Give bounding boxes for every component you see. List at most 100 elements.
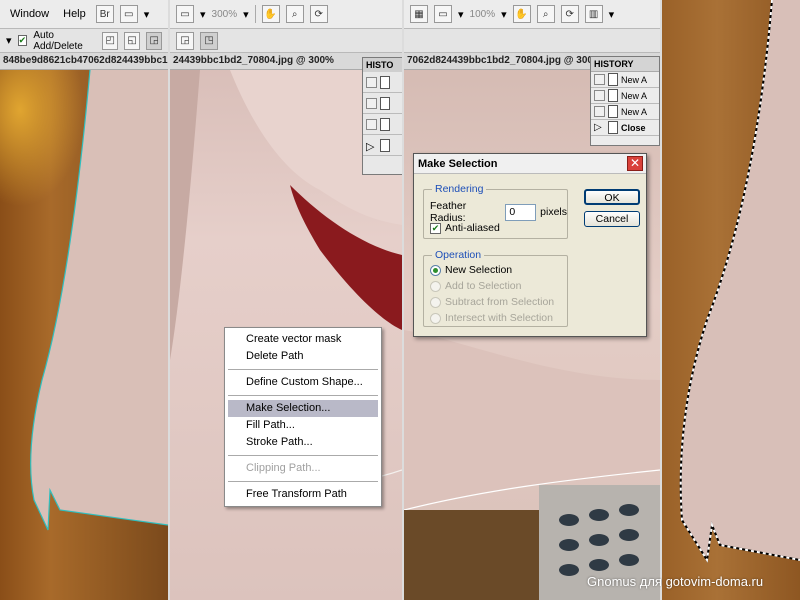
feather-radius-input[interactable]: 0 [505, 203, 537, 221]
history-state-label: Close [621, 122, 646, 133]
snapshot-checkbox[interactable] [594, 74, 605, 85]
menu-item-fill-path[interactable]: Fill Path... [228, 417, 378, 434]
history-document-icon [608, 105, 618, 118]
path-intersect-icon[interactable]: ◲ [176, 31, 194, 50]
anti-aliased-checkbox[interactable]: ✔ [430, 222, 441, 234]
zoom-level[interactable]: 300% [212, 9, 238, 20]
intersect-selection-label: Intersect with Selection [445, 312, 553, 324]
zoom-tool-icon[interactable]: ⌕ [285, 5, 304, 23]
history-document-icon [608, 73, 618, 86]
dialog-title-bar[interactable]: Make Selection ✕ [414, 154, 646, 174]
history-state[interactable] [363, 114, 402, 135]
watermark: Gnomus для gotovim-doma.ru [587, 574, 764, 589]
panel-context-menu: ▭ ▾ 300% ▾ ✋ ⌕ ⟳ ◲ ◳ 24439bbc1bd2_70804.… [170, 0, 402, 600]
menu-item-make-selection[interactable]: Make Selection... [228, 400, 378, 417]
arrange-documents-icon[interactable]: ▦ [410, 5, 428, 23]
workspace-icon[interactable]: ▥ [584, 5, 603, 23]
operation-new[interactable]: New Selection [430, 264, 512, 276]
snapshot-checkbox[interactable] [366, 76, 377, 88]
menu-item-delete-path[interactable]: Delete Path [228, 348, 378, 365]
panel-selection-result [662, 0, 800, 600]
history-panel-title: HISTORY [591, 57, 659, 72]
chevron-down-icon[interactable]: ▾ [144, 8, 150, 21]
history-state[interactable]: New A [591, 104, 659, 120]
snapshot-checkbox[interactable] [366, 118, 377, 130]
zoom-tool-icon[interactable]: ⌕ [536, 5, 555, 23]
path-subtract-icon[interactable]: ◱ [124, 31, 141, 50]
bridge-icon[interactable]: Br [95, 5, 114, 23]
auto-add-delete-checkbox[interactable]: ✔ [17, 35, 28, 46]
screen-mode-icon[interactable]: ▭ [119, 5, 138, 23]
path-combine-icon[interactable]: ◰ [102, 31, 119, 50]
menu-help[interactable]: Help [59, 6, 90, 22]
menu-bar: ▦ ▭ ▾ 100% ▾ ✋ ⌕ ⟳ ▥ ▾ [404, 0, 660, 29]
ok-button[interactable]: OK [584, 189, 640, 205]
history-document-icon [380, 75, 390, 89]
snapshot-checkbox[interactable] [594, 90, 605, 101]
panel-make-selection-dialog: ▦ ▭ ▾ 100% ▾ ✋ ⌕ ⟳ ▥ ▾ 7062d824439bbc1bd… [404, 0, 660, 600]
menu-bar: Window Help Br ▭ ▾ [0, 0, 168, 29]
feather-row: Feather Radius: 0 pixels [430, 200, 567, 224]
chevron-down-icon[interactable]: ▾ [200, 8, 206, 21]
subtract-selection-label: Subtract from Selection [445, 296, 555, 308]
anti-aliased-label: Anti-aliased [445, 222, 500, 234]
menu-window[interactable]: Window [6, 6, 53, 22]
cancel-button[interactable]: Cancel [584, 211, 640, 227]
chevron-down-icon[interactable]: ▾ [609, 8, 615, 21]
toolbar-separator [254, 5, 256, 23]
snapshot-checkbox[interactable] [366, 97, 377, 109]
hand-tool-icon[interactable]: ✋ [261, 5, 280, 23]
options-bar [404, 29, 660, 53]
history-panel-title: HISTO [363, 58, 402, 72]
chevron-down-icon[interactable]: ▾ [6, 34, 12, 47]
menu-item-define-custom-shape[interactable]: Define Custom Shape... [228, 374, 378, 391]
menu-separator [228, 369, 378, 370]
new-selection-radio[interactable] [430, 264, 441, 276]
rendering-group: Rendering Feather Radius: 0 pixels ✔ Ant… [423, 183, 568, 239]
feather-unit-label: pixels [540, 206, 567, 218]
history-state[interactable]: ▷ Close [591, 120, 659, 136]
skin-shape [679, 0, 800, 563]
operation-subtract: Subtract from Selection [430, 296, 554, 308]
snapshot-checkbox[interactable] [594, 106, 605, 117]
operation-add: Add to Selection [430, 280, 521, 292]
dialog-title: Make Selection [418, 158, 498, 170]
rotate-view-icon[interactable]: ⟳ [309, 5, 328, 23]
menu-separator [228, 455, 378, 456]
path-exclude-icon[interactable]: ◳ [200, 31, 218, 50]
path-context-menu: Create vector mask Delete Path Define Cu… [224, 327, 382, 507]
history-document-icon [608, 89, 618, 102]
document-title[interactable]: 848be9d8621cb47062d824439bbc1b [0, 53, 168, 70]
menu-item-create-vector-mask[interactable]: Create vector mask [228, 331, 378, 348]
history-state[interactable]: New A [591, 88, 659, 104]
options-bar: ◲ ◳ [170, 29, 402, 53]
chevron-down-icon[interactable]: ▾ [458, 8, 464, 21]
hand-tool-icon[interactable]: ✋ [512, 5, 531, 23]
panel-path-drawn: Window Help Br ▭ ▾ ▾ ✔ Auto Add/Delete ◰… [0, 0, 168, 600]
rotate-view-icon[interactable]: ⟳ [560, 5, 579, 23]
screen-mode-icon[interactable]: ▭ [434, 5, 452, 23]
screen-mode-icon[interactable]: ▭ [176, 5, 194, 23]
skin-shape [30, 69, 168, 531]
menu-item-stroke-path[interactable]: Stroke Path... [228, 434, 378, 451]
zoom-level[interactable]: 100% [470, 9, 496, 20]
history-panel: HISTO ▷ [362, 57, 402, 175]
operation-group: Operation New Selection Add to Selection… [423, 249, 568, 327]
history-state[interactable] [363, 93, 402, 114]
history-document-icon [380, 117, 390, 131]
history-state[interactable]: ▷ [363, 135, 402, 156]
history-brush-icon[interactable]: ▷ [366, 140, 377, 153]
path-intersect-icon[interactable]: ◲ [146, 31, 162, 50]
subtract-selection-radio [430, 296, 441, 308]
chevron-down-icon[interactable]: ▾ [501, 8, 507, 21]
history-brush-icon[interactable]: ▷ [594, 122, 605, 133]
history-state-label: New A [621, 90, 648, 101]
history-state[interactable]: New A [591, 72, 659, 88]
menu-separator [228, 481, 378, 482]
operation-intersect: Intersect with Selection [430, 312, 553, 324]
history-state[interactable] [363, 72, 402, 93]
close-icon[interactable]: ✕ [627, 156, 643, 171]
chevron-down-icon[interactable]: ▾ [243, 8, 249, 21]
history-document-icon [608, 121, 618, 134]
menu-item-free-transform-path[interactable]: Free Transform Path [228, 486, 378, 503]
